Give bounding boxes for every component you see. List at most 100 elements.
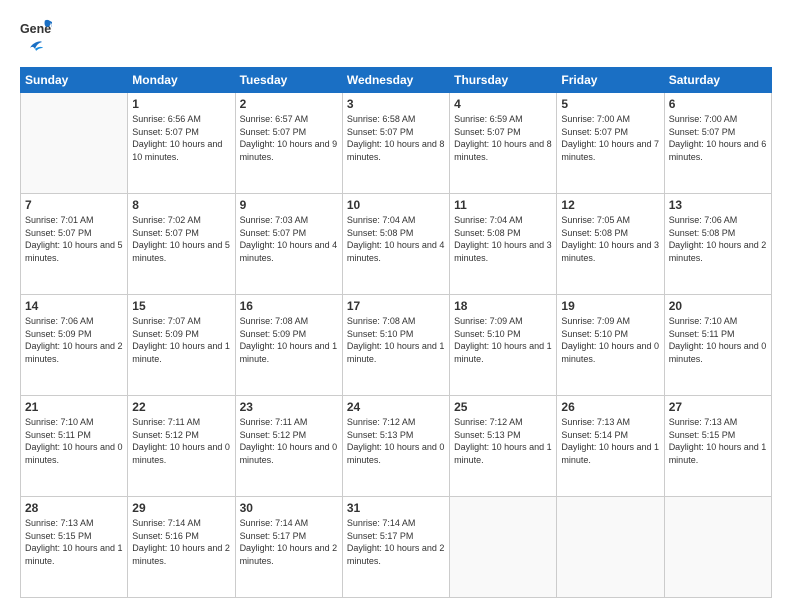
day-number: 21 — [25, 400, 123, 414]
day-number: 15 — [132, 299, 230, 313]
calendar-cell: 26 Sunrise: 7:13 AM Sunset: 5:14 PM Dayli… — [557, 396, 664, 497]
day-number: 30 — [240, 501, 338, 515]
day-info: Sunrise: 7:09 AM Sunset: 5:10 PM Dayligh… — [561, 315, 659, 365]
calendar-cell: 25Sunrise: 7:12 AM Sunset: 5:13 PM Dayli… — [450, 396, 557, 497]
day-number: 17 — [347, 299, 445, 313]
day-number: 13 — [669, 198, 767, 212]
day-number: 18 — [454, 299, 552, 313]
day-info: Sunrise: 7:03 AM Sunset: 5:07 PM Dayligh… — [240, 214, 338, 264]
calendar-week-row: 28 Sunrise: 7:13 AM Sunset: 5:15 PM Dayli… — [21, 497, 772, 598]
calendar-day-header: Monday — [128, 68, 235, 93]
calendar-cell: 9 Sunrise: 7:03 AM Sunset: 5:07 PM Daylig… — [235, 194, 342, 295]
calendar-cell: 15 Sunrise: 7:07 AM Sunset: 5:09 PM Dayli… — [128, 295, 235, 396]
day-info: Sunrise: 7:14 AM Sunset: 5:16 PM Dayligh… — [132, 517, 230, 567]
day-number: 1 — [132, 97, 230, 111]
day-number: 9 — [240, 198, 338, 212]
calendar-cell: 22 Sunrise: 7:11 AM Sunset: 5:12 PM Dayli… — [128, 396, 235, 497]
day-number: 27 — [669, 400, 767, 414]
day-info: Sunrise: 7:12 AM Sunset: 5:13 PM Dayligh… — [347, 416, 445, 466]
day-number: 7 — [25, 198, 123, 212]
day-info: Sunrise: 7:06 AM Sunset: 5:09 PM Dayligh… — [25, 315, 123, 365]
day-number: 26 — [561, 400, 659, 414]
day-number: 22 — [132, 400, 230, 414]
calendar-cell: 13 Sunrise: 7:06 AM Sunset: 5:08 PM Dayli… — [664, 194, 771, 295]
calendar-cell — [21, 93, 128, 194]
calendar-cell: 1 Sunrise: 6:56 AM Sunset: 5:07 PM Daylig… — [128, 93, 235, 194]
calendar-cell: 17 Sunrise: 7:08 AM Sunset: 5:10 PM Dayli… — [342, 295, 449, 396]
calendar-day-header: Saturday — [664, 68, 771, 93]
day-info: Sunrise: 7:13 AM Sunset: 5:14 PM Dayligh… — [561, 416, 659, 466]
calendar-cell: 23 Sunrise: 7:11 AM Sunset: 5:12 PM Dayli… — [235, 396, 342, 497]
calendar-cell: 29 Sunrise: 7:14 AM Sunset: 5:16 PM Dayli… — [128, 497, 235, 598]
header: General — [20, 18, 772, 57]
day-number: 28 — [25, 501, 123, 515]
day-info: Sunrise: 7:08 AM Sunset: 5:10 PM Dayligh… — [347, 315, 445, 365]
calendar-cell: 21 Sunrise: 7:10 AM Sunset: 5:11 PM Dayli… — [21, 396, 128, 497]
day-number: 5 — [561, 97, 659, 111]
calendar-cell: 2 Sunrise: 6:57 AM Sunset: 5:07 PM Daylig… — [235, 93, 342, 194]
calendar-cell: 27 Sunrise: 7:13 AM Sunset: 5:15 PM Dayli… — [664, 396, 771, 497]
day-info: Sunrise: 7:02 AM Sunset: 5:07 PM Dayligh… — [132, 214, 230, 264]
day-info: Sunrise: 7:08 AM Sunset: 5:09 PM Dayligh… — [240, 315, 338, 365]
day-number: 29 — [132, 501, 230, 515]
day-info: Sunrise: 7:04 AM Sunset: 5:08 PM Dayligh… — [347, 214, 445, 264]
day-info: Sunrise: 6:59 AM Sunset: 5:07 PM Dayligh… — [454, 113, 552, 163]
day-info: Sunrise: 7:10 AM Sunset: 5:11 PM Dayligh… — [25, 416, 123, 466]
day-info: Sunrise: 7:13 AM Sunset: 5:15 PM Dayligh… — [25, 517, 123, 567]
calendar-cell: 7 Sunrise: 7:01 AM Sunset: 5:07 PM Daylig… — [21, 194, 128, 295]
calendar-cell: 14 Sunrise: 7:06 AM Sunset: 5:09 PM Dayli… — [21, 295, 128, 396]
day-info: Sunrise: 7:13 AM Sunset: 5:15 PM Dayligh… — [669, 416, 767, 466]
day-info: Sunrise: 7:04 AM Sunset: 5:08 PM Dayligh… — [454, 214, 552, 264]
day-info: Sunrise: 7:07 AM Sunset: 5:09 PM Dayligh… — [132, 315, 230, 365]
day-number: 31 — [347, 501, 445, 515]
day-info: Sunrise: 6:57 AM Sunset: 5:07 PM Dayligh… — [240, 113, 338, 163]
day-number: 23 — [240, 400, 338, 414]
day-number: 6 — [669, 97, 767, 111]
calendar-cell: 8Sunrise: 7:02 AM Sunset: 5:07 PM Daylig… — [128, 194, 235, 295]
day-info: Sunrise: 7:05 AM Sunset: 5:08 PM Dayligh… — [561, 214, 659, 264]
day-info: Sunrise: 7:14 AM Sunset: 5:17 PM Dayligh… — [347, 517, 445, 567]
calendar-day-header: Tuesday — [235, 68, 342, 93]
day-number: 14 — [25, 299, 123, 313]
calendar-day-header: Wednesday — [342, 68, 449, 93]
calendar-cell: 19Sunrise: 7:09 AM Sunset: 5:10 PM Dayli… — [557, 295, 664, 396]
day-number: 10 — [347, 198, 445, 212]
calendar-cell: 3 Sunrise: 6:58 AM Sunset: 5:07 PM Daylig… — [342, 93, 449, 194]
day-info: Sunrise: 6:56 AM Sunset: 5:07 PM Dayligh… — [132, 113, 230, 163]
calendar-cell: 31 Sunrise: 7:14 AM Sunset: 5:17 PM Dayli… — [342, 497, 449, 598]
calendar-cell: 18 Sunrise: 7:09 AM Sunset: 5:10 PM Dayli… — [450, 295, 557, 396]
calendar-cell — [664, 497, 771, 598]
bird-icon — [22, 39, 44, 57]
calendar-cell: 16Sunrise: 7:08 AM Sunset: 5:09 PM Dayli… — [235, 295, 342, 396]
page: General SundayMondayT — [0, 0, 792, 612]
calendar-week-row: 21 Sunrise: 7:10 AM Sunset: 5:11 PM Dayli… — [21, 396, 772, 497]
day-number: 20 — [669, 299, 767, 313]
day-number: 2 — [240, 97, 338, 111]
day-info: Sunrise: 7:11 AM Sunset: 5:12 PM Dayligh… — [132, 416, 230, 466]
calendar-cell — [450, 497, 557, 598]
calendar-cell: 10 Sunrise: 7:04 AM Sunset: 5:08 PM Dayli… — [342, 194, 449, 295]
day-info: Sunrise: 7:06 AM Sunset: 5:08 PM Dayligh… — [669, 214, 767, 264]
calendar-header-row: SundayMondayTuesdayWednesdayThursdayFrid… — [21, 68, 772, 93]
calendar-day-header: Thursday — [450, 68, 557, 93]
calendar-cell — [557, 497, 664, 598]
calendar-day-header: Sunday — [21, 68, 128, 93]
calendar-cell: 5Sunrise: 7:00 AM Sunset: 5:07 PM Daylig… — [557, 93, 664, 194]
calendar-cell: 24 Sunrise: 7:12 AM Sunset: 5:13 PM Dayli… — [342, 396, 449, 497]
day-number: 3 — [347, 97, 445, 111]
day-info: Sunrise: 7:01 AM Sunset: 5:07 PM Dayligh… — [25, 214, 123, 264]
calendar-cell: 11Sunrise: 7:04 AM Sunset: 5:08 PM Dayli… — [450, 194, 557, 295]
calendar-cell: 20Sunrise: 7:10 AM Sunset: 5:11 PM Dayli… — [664, 295, 771, 396]
day-info: Sunrise: 7:00 AM Sunset: 5:07 PM Dayligh… — [669, 113, 767, 163]
logo: General — [20, 18, 52, 57]
day-info: Sunrise: 7:09 AM Sunset: 5:10 PM Dayligh… — [454, 315, 552, 365]
calendar-cell: 28 Sunrise: 7:13 AM Sunset: 5:15 PM Dayli… — [21, 497, 128, 598]
calendar-cell: 30Sunrise: 7:14 AM Sunset: 5:17 PM Dayli… — [235, 497, 342, 598]
calendar-cell: 6 Sunrise: 7:00 AM Sunset: 5:07 PM Daylig… — [664, 93, 771, 194]
day-info: Sunrise: 7:11 AM Sunset: 5:12 PM Dayligh… — [240, 416, 338, 466]
day-number: 24 — [347, 400, 445, 414]
calendar-week-row: 14 Sunrise: 7:06 AM Sunset: 5:09 PM Dayli… — [21, 295, 772, 396]
calendar-table: SundayMondayTuesdayWednesdayThursdayFrid… — [20, 67, 772, 598]
day-info: Sunrise: 6:58 AM Sunset: 5:07 PM Dayligh… — [347, 113, 445, 163]
day-number: 12 — [561, 198, 659, 212]
